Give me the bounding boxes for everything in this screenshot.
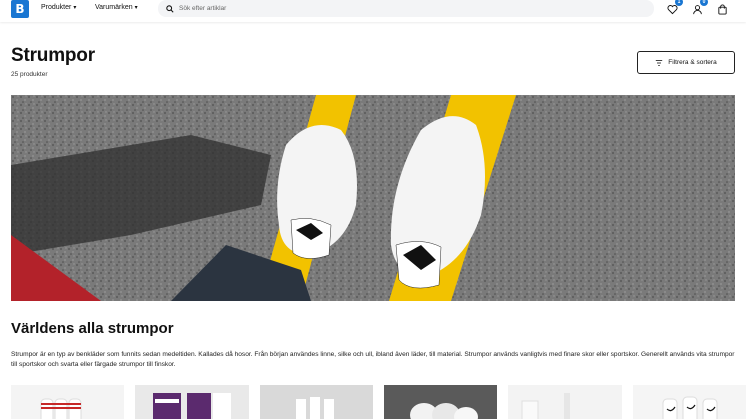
product-image: [662, 396, 718, 419]
nav-products-label: Produkter: [41, 4, 72, 11]
account-count-badge: 0: [700, 0, 708, 6]
nav-brands-label: Varumärken: [95, 4, 133, 11]
wishlist-count-badge: 1: [675, 0, 683, 6]
section-description: Strumpor är en typ av benkläder som funn…: [11, 351, 735, 368]
filter-sort-button[interactable]: Filtrera & sortera: [637, 51, 735, 74]
chevron-down-icon: ▾: [134, 5, 138, 11]
product-card[interactable]: [259, 385, 373, 419]
product-count: 25 produkter: [11, 71, 48, 78]
account-button[interactable]: 0: [690, 0, 708, 16]
shopping-bag-icon: [717, 3, 727, 15]
store-logo[interactable]: B: [11, 0, 29, 18]
search-input[interactable]: [179, 5, 619, 12]
wishlist-button[interactable]: 1: [665, 0, 683, 16]
product-image: [295, 397, 334, 419]
product-card[interactable]: [383, 385, 498, 419]
page-title: Strumpor: [11, 45, 95, 66]
top-header: B Produkter ▾ Varumärken ▾ 1 0: [0, 0, 746, 22]
filter-icon: [656, 59, 663, 66]
product-image: [409, 403, 478, 419]
product-grid: [11, 385, 746, 419]
nav-brands[interactable]: Varumärken ▾: [95, 4, 138, 11]
product-card[interactable]: [632, 385, 746, 419]
product-card[interactable]: [11, 385, 125, 419]
search-bar[interactable]: [158, 0, 654, 17]
product-image: [40, 398, 82, 419]
search-icon: [166, 4, 174, 13]
product-card[interactable]: [508, 385, 622, 419]
filter-sort-label: Filtrera & sortera: [668, 59, 717, 66]
cart-button[interactable]: [715, 2, 729, 16]
product-image: [521, 393, 571, 419]
hero-banner-image: [11, 95, 735, 301]
nav-products[interactable]: Produkter ▾: [41, 4, 76, 11]
section-title: Världens alla strumpor: [11, 320, 174, 337]
product-card[interactable]: [135, 385, 249, 419]
chevron-down-icon: ▾: [73, 5, 77, 11]
product-image: [153, 393, 232, 419]
